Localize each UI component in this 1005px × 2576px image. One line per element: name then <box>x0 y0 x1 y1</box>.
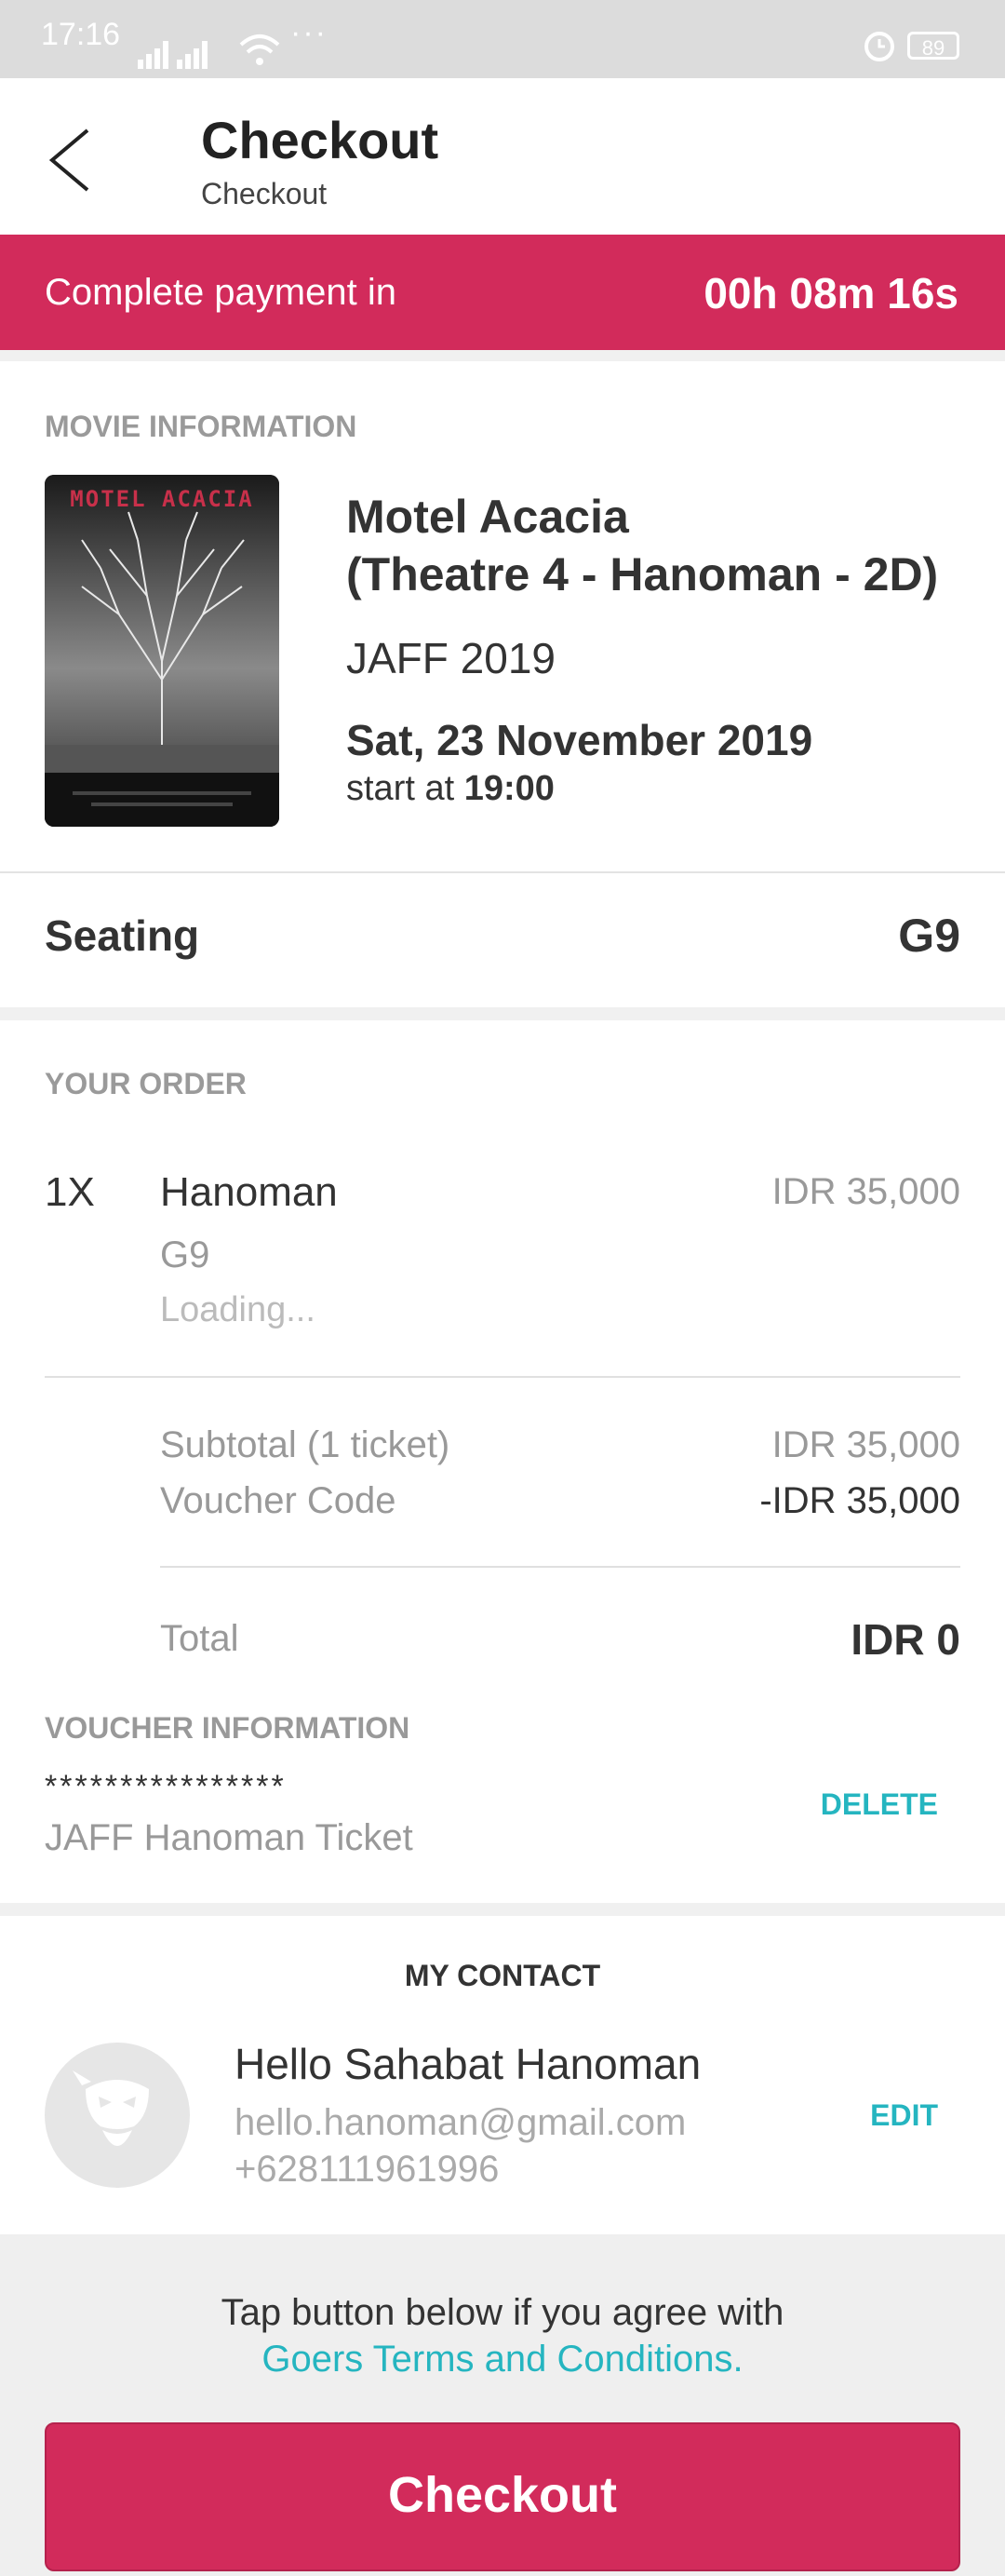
movie-title-line1: Motel Acacia <box>346 491 629 543</box>
avatar <box>45 2043 190 2188</box>
terms-link[interactable]: Goers Terms and Conditions. <box>0 2339 1005 2380</box>
movie-title: Motel Acacia (Theatre 4 - Hanoman - 2D) <box>346 488 979 603</box>
order-loading-text: Loading... <box>160 1290 315 1329</box>
total-label: Total <box>160 1618 239 1659</box>
order-item-name: Hanoman <box>160 1169 338 1215</box>
seating-label: Seating <box>45 911 200 960</box>
status-more: ··· <box>290 15 328 50</box>
divider <box>0 350 1005 361</box>
terms-agreement-text: Tap button below if you agree with <box>221 2292 784 2333</box>
subtotal-value: IDR 35,000 <box>771 1424 960 1465</box>
signal-icon <box>138 41 208 69</box>
payment-timer-banner: Complete payment in 00h 08m 16s <box>0 235 1005 350</box>
contact-email: hello.hanoman@gmail.com <box>234 2102 687 2143</box>
divider <box>0 1903 1005 1916</box>
seating-value: G9 <box>898 910 960 962</box>
page-subtitle: Checkout <box>201 177 328 210</box>
contact-phone: +628111961996 <box>234 2149 500 2190</box>
timer-countdown: 00h 08m 16s <box>704 269 958 317</box>
alarm-icon <box>864 32 894 61</box>
movie-title-line2: (Theatre 4 - Hanoman - 2D) <box>346 548 939 600</box>
show-start-time: start at 19:00 <box>346 769 555 809</box>
wifi-icon <box>239 34 280 65</box>
movie-section-label: MOVIE INFORMATION <box>45 410 357 443</box>
edit-contact-button[interactable]: EDIT <box>870 2098 938 2133</box>
start-prefix: start at <box>346 769 455 808</box>
voucher-section-label: VOUCHER INFORMATION <box>45 1711 410 1745</box>
mask-avatar-icon <box>73 2070 149 2146</box>
voucher-name: JAFF Hanoman Ticket <box>45 1817 413 1858</box>
divider <box>160 1566 960 1568</box>
poster-tree-image <box>45 475 279 827</box>
app-header: Checkout Checkout <box>0 78 1005 235</box>
divider <box>45 1376 960 1378</box>
start-time: 19:00 <box>463 769 555 808</box>
contact-name: Hello Sahabat Hanoman <box>234 2040 702 2088</box>
battery-icon: 89 <box>907 32 959 60</box>
order-item-seat: G9 <box>160 1234 210 1275</box>
voucher-discount-value: -IDR 35,000 <box>759 1480 960 1521</box>
divider <box>0 871 1005 873</box>
timer-label: Complete payment in <box>45 272 396 313</box>
status-time: 17:16 <box>41 17 121 52</box>
order-item-price: IDR 35,000 <box>771 1171 960 1212</box>
movie-poster: MOTEL ACACIA <box>45 475 279 827</box>
poster-title: MOTEL ACACIA <box>70 486 254 512</box>
voucher-code-masked: **************** <box>45 1769 287 1804</box>
divider <box>0 1007 1005 1020</box>
order-quantity: 1X <box>45 1169 95 1215</box>
page-title: Checkout <box>201 111 439 169</box>
subtotal-label: Subtotal (1 ticket) <box>160 1424 450 1465</box>
back-arrow-icon[interactable] <box>43 123 99 197</box>
contact-section-title: MY CONTACT <box>404 1959 601 1992</box>
delete-voucher-button[interactable]: DELETE <box>821 1787 938 1822</box>
checkout-button[interactable]: Checkout <box>45 2422 960 2571</box>
order-section-label: YOUR ORDER <box>45 1067 247 1100</box>
voucher-code-label: Voucher Code <box>160 1480 396 1521</box>
total-value: IDR 0 <box>851 1615 960 1664</box>
show-date: Sat, 23 November 2019 <box>346 716 813 764</box>
status-bar: 17:16 ··· 89 <box>0 0 1005 78</box>
event-name: JAFF 2019 <box>346 634 556 682</box>
